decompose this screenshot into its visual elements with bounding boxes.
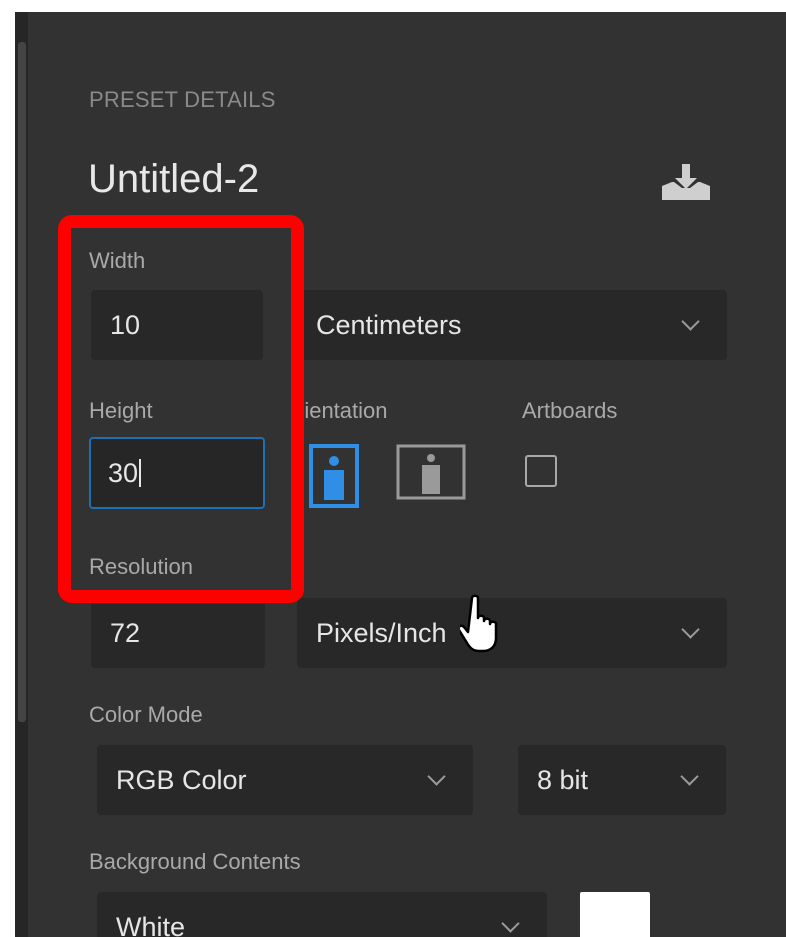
- height-input[interactable]: 30: [89, 437, 265, 509]
- resolution-value: 72: [110, 617, 141, 648]
- bit-depth-value: 8 bit: [537, 764, 589, 795]
- background-contents-label: Background Contents: [89, 849, 301, 874]
- panel-scroll-rail[interactable]: [15, 12, 28, 937]
- artboards-label: Artboards: [522, 398, 618, 423]
- save-preset-icon[interactable]: [658, 162, 714, 207]
- resolution-input[interactable]: 72: [91, 598, 265, 668]
- orientation-label: rientation: [297, 398, 388, 423]
- color-mode-select[interactable]: RGB Color: [97, 745, 473, 815]
- height-value: 30: [108, 457, 139, 488]
- height-label: Height: [89, 398, 153, 423]
- width-label: Width: [89, 248, 146, 273]
- resolution-unit-select[interactable]: Pixels/Inch: [297, 598, 727, 668]
- resolution-label: Resolution: [89, 554, 193, 579]
- landscape-button[interactable]: [396, 444, 466, 500]
- chevron-down-icon: [427, 766, 446, 786]
- chevron-down-icon: [680, 766, 699, 786]
- units-value: Centimeters: [316, 309, 462, 340]
- resolution-unit-value: Pixels/Inch: [316, 617, 447, 648]
- text-caret: [139, 459, 142, 487]
- hand-cursor-icon: [457, 594, 506, 659]
- artboards-checkbox[interactable]: [525, 455, 557, 487]
- units-select[interactable]: Centimeters: [297, 290, 727, 360]
- scrollbar-thumb[interactable]: [18, 42, 26, 722]
- color-mode-label: Color Mode: [89, 702, 203, 727]
- document-name[interactable]: Untitled-2: [88, 157, 259, 202]
- background-contents-value: White: [116, 911, 186, 937]
- preset-details-panel: PRESET DETAILS Untitled-2 Width 10 Centi…: [15, 12, 786, 937]
- background-contents-select[interactable]: White: [97, 892, 547, 937]
- chevron-down-icon: [681, 619, 700, 639]
- portrait-icon: [309, 444, 359, 508]
- landscape-icon: [396, 444, 466, 500]
- portrait-button[interactable]: [309, 444, 359, 508]
- background-color-swatch[interactable]: [580, 892, 650, 937]
- color-mode-value: RGB Color: [116, 764, 247, 795]
- width-input[interactable]: 10: [91, 290, 263, 360]
- width-value: 10: [110, 309, 141, 340]
- chevron-down-icon: [501, 913, 520, 933]
- section-label: PRESET DETAILS: [89, 87, 276, 112]
- bit-depth-select[interactable]: 8 bit: [518, 745, 726, 815]
- chevron-down-icon: [681, 311, 700, 331]
